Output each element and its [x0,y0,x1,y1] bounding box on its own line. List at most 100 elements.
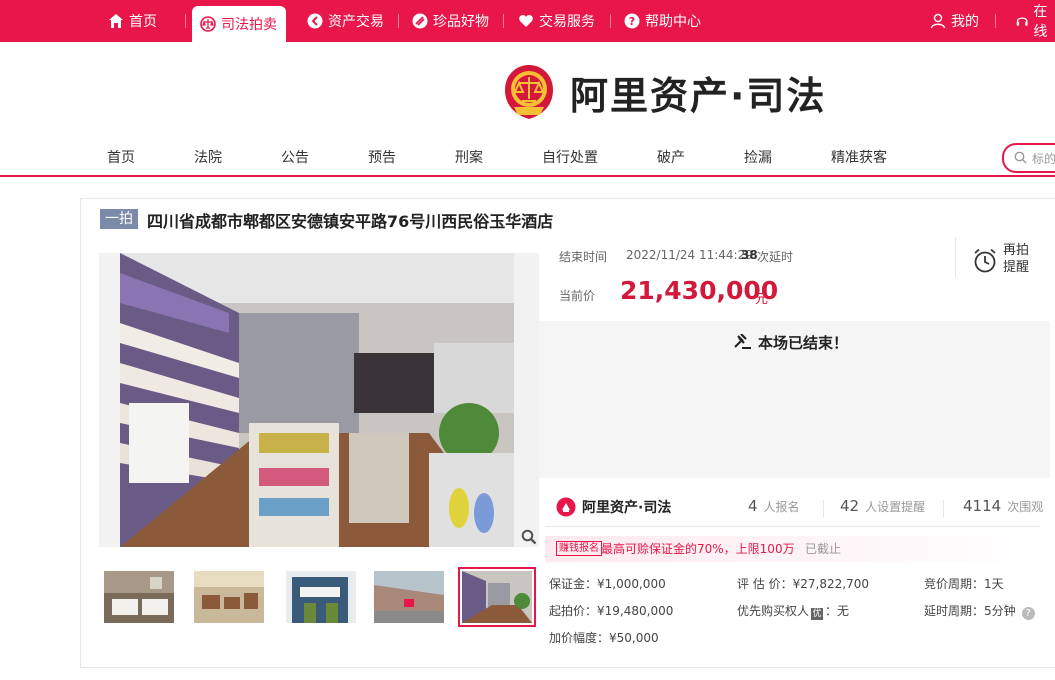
end-time-label: 结束时间 [559,250,608,264]
thumbnail-5[interactable] [458,567,536,627]
reminder-line-1: 再拍 [1003,243,1030,258]
divider [503,14,504,28]
topnav-trade-service-label: 交易服务 [539,14,595,30]
price-unit: 元 [755,292,769,307]
topnav-judicial-auction-label: 司法拍卖 [221,17,277,33]
views-count: 4114 [963,497,1002,515]
auction-ended-text: 本场已结束！ [758,334,849,352]
gavel-icon [734,334,751,349]
priority-label: 优先购买权人 [737,604,810,618]
search-input[interactable]: 标的 [1002,143,1055,173]
priority-badge: 优 [811,608,824,620]
end-time-value: 2022/11/24 11:44:29 [626,248,753,262]
nav-bankruptcy[interactable]: 破产 [657,147,685,167]
store-interior-thumbnail [462,571,532,623]
heart-icon [519,15,533,27]
street-view-thumbnail [374,571,444,623]
divider [943,500,944,518]
main-nav: 首页 法院 公告 预告 刑案 自行处置 破产 捡漏 精准获客 [0,143,1055,171]
help-icon: ? [624,13,640,29]
zoom-icon[interactable] [521,529,537,545]
nav-self-disposal[interactable]: 自行处置 [542,147,598,167]
topnav-online-service[interactable]: 在线 [1016,0,1055,42]
ali-asset-logo-icon [556,497,576,517]
brand-logo-text: 阿里资产·司法 [570,73,827,118]
signup-stat: 4 人报名 [748,497,800,515]
rebid-reminder-button[interactable]: 再拍 提醒 [1003,242,1029,276]
court-emblem-icon [505,65,553,119]
store-interior-image [99,253,539,547]
bidding-cycle: 竞价周期：1天 [924,577,1004,591]
promo-text[interactable]: 最高可赊保证金的70%，上限100万 [601,540,795,557]
divider [545,526,1040,527]
court-emblem-icon [200,16,216,32]
divider [955,237,956,277]
topnav-help-center-label: 帮助中心 [645,14,701,30]
dining-hall-thumbnail [194,571,264,623]
nav-bargain[interactable]: 捡漏 [744,147,772,167]
nav-criminal[interactable]: 刑案 [455,147,483,167]
priority-value: ：无 [825,604,850,618]
brand-row: 阿里资产·司法 [556,497,671,517]
divider [185,14,186,28]
views-label: 次围观 [1007,500,1044,514]
reminder-label: 人设置提醒 [865,500,926,514]
promo-status: 已截止 [805,542,842,556]
thumbnail-2[interactable] [194,571,264,623]
hotel-room-thumbnail [104,571,174,623]
nav-preview[interactable]: 预告 [368,147,396,167]
user-icon [930,13,946,29]
nav-announcement[interactable]: 公告 [281,147,309,167]
signup-count: 4 [748,497,758,515]
delay-cycle: 延时周期：5分钟? [924,602,1035,620]
topnav-treasures[interactable]: 珍品好物 [412,0,489,42]
reminder-stat: 42 人设置提醒 [840,497,925,515]
search-icon [1014,151,1027,164]
current-price-label: 当前价 [559,289,596,303]
thumbnail-1[interactable] [104,571,174,623]
brand-logo[interactable]: 阿里资产·司法 [502,63,826,121]
topnav-help-center[interactable]: ? 帮助中心 [624,0,701,42]
signup-label: 人报名 [763,500,800,514]
appraisal-price: 评 估 价：¥27,822,700 [737,577,869,591]
thumbnail-3[interactable] [286,571,356,623]
auction-round-tag: 一拍 [100,209,138,229]
nav-precise-customer[interactable]: 精准获客 [831,147,887,167]
topnav-mine-label: 我的 [951,14,979,30]
help-icon[interactable]: ? [1021,607,1035,620]
divider [610,14,611,28]
asset-icon [307,13,323,29]
home-icon [109,14,123,28]
topnav-home[interactable]: 首页 [108,0,157,42]
nav-home[interactable]: 首页 [107,147,135,167]
topnav-treasures-label: 珍品好物 [433,14,489,30]
divider [398,14,399,28]
delay-label: 次延时 [757,250,794,264]
svg-text:?: ? [629,15,635,28]
divider [823,500,824,518]
topnav-asset-trade[interactable]: 资产交易 [307,0,384,42]
promo-badge: 赚钱报名 [556,541,602,556]
item-title: 四川省成都市郫都区安德镇安平路76号川西民俗玉华酒店 [147,212,554,231]
deposit: 保证金：¥1,000,000 [549,577,666,591]
main-photo[interactable] [99,253,539,547]
topnav-judicial-auction[interactable]: 司法拍卖 [192,6,286,42]
delay-count: 38 [741,248,758,262]
topnav-online-label: 在线 [1033,4,1048,40]
topnav-mine[interactable]: 我的 [930,0,979,42]
topnav-trade-service[interactable]: 交易服务 [518,0,595,42]
topnav-home-label: 首页 [129,14,157,30]
small-brand-text: 阿里资产·司法 [582,500,672,516]
nav-court[interactable]: 法院 [194,147,222,167]
starting-price: 起拍价：¥19,480,000 [549,604,674,618]
search-placeholder: 标的 [1032,152,1055,166]
topnav-asset-trade-label: 资产交易 [328,14,384,30]
building-gate-thumbnail [286,571,356,623]
delay-cycle-text: 延时周期：5分钟 [924,604,1016,618]
divider [995,14,996,28]
priority-buyer: 优先购买权人优：无 [737,602,849,620]
views-stat: 4114 次围观 [963,497,1043,515]
thumbnail-4[interactable] [374,571,444,623]
alarm-clock-icon[interactable] [973,248,997,274]
treasure-icon [412,13,428,29]
